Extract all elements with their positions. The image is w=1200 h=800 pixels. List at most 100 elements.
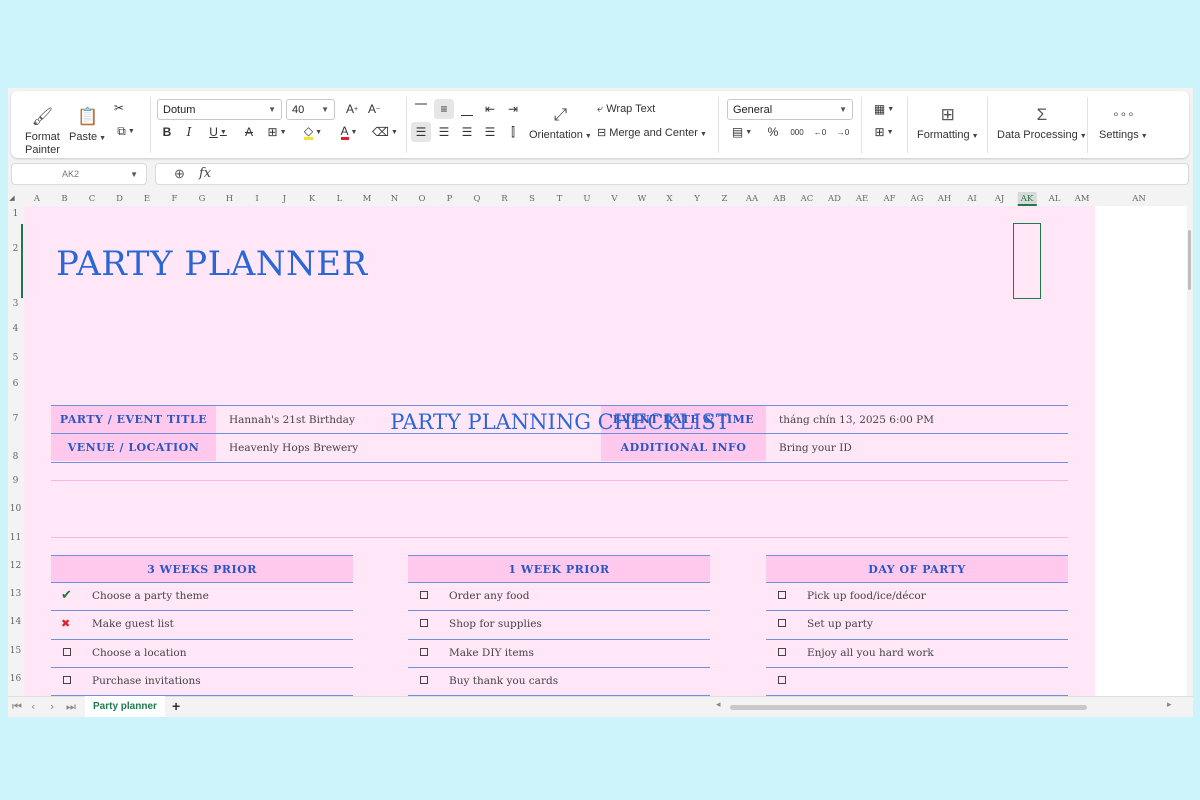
column-header-ak[interactable]: AK	[1017, 192, 1037, 206]
row-header-9[interactable]: 9	[8, 476, 23, 486]
checkbox-icon[interactable]	[420, 591, 428, 599]
sheet-tab-party-planner[interactable]: Party planner	[85, 696, 165, 717]
column-header-x[interactable]: X	[666, 194, 672, 204]
row-header-13[interactable]: 13	[8, 589, 23, 599]
column-header-z[interactable]: Z	[722, 194, 728, 204]
empty-column-area[interactable]	[1095, 206, 1187, 696]
checklist-item[interactable]: Choose a location	[51, 640, 353, 668]
scroll-left-icon[interactable]: ◂	[716, 700, 721, 710]
name-box[interactable]: AK2 ▼	[11, 163, 147, 185]
column-header-v[interactable]: V	[611, 194, 617, 204]
column-header-b[interactable]: B	[61, 194, 67, 204]
page-title[interactable]: PARTY PLANNER	[56, 244, 368, 284]
column-header-a[interactable]: A	[34, 194, 40, 204]
decrease-decimal-icon[interactable]: →0	[833, 122, 853, 142]
clear-format-button[interactable]: ⌫ ▼	[370, 122, 400, 142]
venue-label[interactable]: VENUE / LOCATION	[51, 434, 216, 461]
table-style-button[interactable]: ⊞ ▼	[869, 122, 899, 142]
scroll-right-icon[interactable]: ▸	[1167, 700, 1172, 710]
percent-icon[interactable]: %	[763, 122, 783, 142]
column-header-ag[interactable]: AG	[911, 194, 924, 204]
checklist-item[interactable]: Enjoy all you hard work	[766, 640, 1068, 668]
paste-button[interactable]: 📋 Paste ▼	[69, 104, 106, 145]
conditional-button[interactable]: ▦ ▼	[869, 99, 899, 119]
italic-icon[interactable]: I	[179, 122, 199, 142]
checkbox-icon[interactable]	[420, 619, 428, 628]
selected-cell[interactable]	[1013, 223, 1041, 299]
column-header-p[interactable]: P	[447, 194, 453, 204]
column-header-ab[interactable]: AB	[773, 194, 785, 204]
checklist-item[interactable]: Order any food	[408, 583, 710, 612]
column-header[interactable]: DAY OF PARTY	[766, 555, 1068, 583]
column-header-r[interactable]: R	[501, 194, 507, 204]
row-header-4[interactable]: 4	[8, 324, 23, 334]
next-sheet-icon[interactable]: ›	[50, 700, 54, 713]
checkbox-icon[interactable]	[420, 675, 428, 684]
column-header-ad[interactable]: AD	[828, 194, 841, 204]
additional-info-label[interactable]: ADDITIONAL INFO	[601, 434, 766, 461]
align-top-icon[interactable]: ⎺	[411, 99, 431, 119]
checkbox-icon[interactable]	[63, 647, 71, 656]
column-header-am[interactable]: AM	[1075, 194, 1090, 204]
horizontal-scrollbar[interactable]	[730, 705, 1087, 710]
formula-input[interactable]: ⊕ fx	[155, 163, 1189, 185]
checklist-item[interactable]: ✔ Choose a party theme	[51, 583, 353, 612]
column-header-af[interactable]: AF	[883, 194, 895, 204]
font-color-button[interactable]: A ▼	[334, 122, 364, 142]
checklist-item[interactable]: Set up party	[766, 611, 1068, 640]
cut-icon[interactable]: ✂	[109, 98, 129, 118]
fill-color-button[interactable]: ◇ ▼	[298, 122, 328, 142]
align-center-icon[interactable]: ☰	[434, 122, 454, 142]
column-header-ai[interactable]: AI	[967, 194, 977, 204]
first-sheet-icon[interactable]: ⏮	[12, 700, 22, 714]
row-header-11[interactable]: 11	[8, 533, 23, 543]
merge-center-button[interactable]: ⊟ Merge and Center ▼	[597, 126, 707, 139]
column-header-u[interactable]: U	[583, 194, 590, 204]
cross-icon[interactable]: ✖	[61, 617, 70, 630]
checklist-title[interactable]: PARTY PLANNING CHECKLIST	[24, 410, 1096, 434]
font-name-select[interactable]: Dotum ▼	[157, 99, 282, 120]
column-header-w[interactable]: W	[638, 194, 647, 204]
row-header-7[interactable]: 7	[8, 414, 23, 424]
row-header-8[interactable]: 8	[8, 452, 23, 462]
column-header-ae[interactable]: AE	[856, 194, 868, 204]
column-header-d[interactable]: D	[116, 194, 123, 204]
column-header[interactable]: 1 WEEK PRIOR	[408, 555, 710, 583]
row-header-14[interactable]: 14	[8, 617, 23, 627]
checklist-item[interactable]: ✖ Make guest list	[51, 611, 353, 640]
fx-icon[interactable]: fx	[199, 166, 211, 181]
column-header[interactable]: 3 WEEKS PRIOR	[51, 555, 353, 583]
checkmark-icon[interactable]: ✔	[61, 589, 72, 602]
column-header-s[interactable]: S	[529, 194, 535, 204]
add-sheet-button[interactable]: +	[172, 698, 180, 714]
row-header-15[interactable]: 15	[8, 646, 23, 656]
column-header-an[interactable]: AN	[1132, 194, 1146, 204]
checkbox-icon[interactable]	[420, 647, 428, 656]
column-header-e[interactable]: E	[144, 194, 150, 204]
increase-indent-icon[interactable]: ⇥	[503, 99, 523, 119]
increase-decimal-icon[interactable]: ←0	[810, 122, 830, 142]
column-header-h[interactable]: H	[226, 194, 233, 204]
column-header-g[interactable]: G	[199, 194, 206, 204]
column-header-al[interactable]: AL	[1049, 194, 1061, 204]
column-header-o[interactable]: O	[419, 194, 426, 204]
column-header-f[interactable]: F	[172, 194, 178, 204]
column-header-l[interactable]: L	[337, 194, 343, 204]
thousands-icon[interactable]: 000	[787, 122, 807, 142]
row-header-1[interactable]: 1	[8, 209, 23, 219]
column-header-t[interactable]: T	[557, 194, 563, 204]
checkbox-icon[interactable]	[778, 675, 786, 684]
row-header-6[interactable]: 6	[8, 379, 23, 389]
decrease-indent-icon[interactable]: ⇤	[480, 99, 500, 119]
wrap-text-button[interactable]: ⤶ Wrap Text	[597, 103, 655, 116]
column-header-ah[interactable]: AH	[938, 194, 952, 204]
checklist-item[interactable]: Buy thank you cards	[408, 668, 710, 696]
decrease-font-icon[interactable]: A −	[364, 99, 384, 119]
settings-button[interactable]: ∘∘∘ Settings ▼	[1099, 102, 1148, 143]
align-right-icon[interactable]: ☰	[457, 122, 477, 142]
column-header-ac[interactable]: AC	[801, 194, 814, 204]
align-left-icon[interactable]: ☰	[411, 122, 431, 142]
scroll-thumb[interactable]	[1188, 230, 1191, 290]
prev-sheet-icon[interactable]: ‹	[31, 700, 35, 713]
checkbox-icon[interactable]	[778, 591, 786, 599]
